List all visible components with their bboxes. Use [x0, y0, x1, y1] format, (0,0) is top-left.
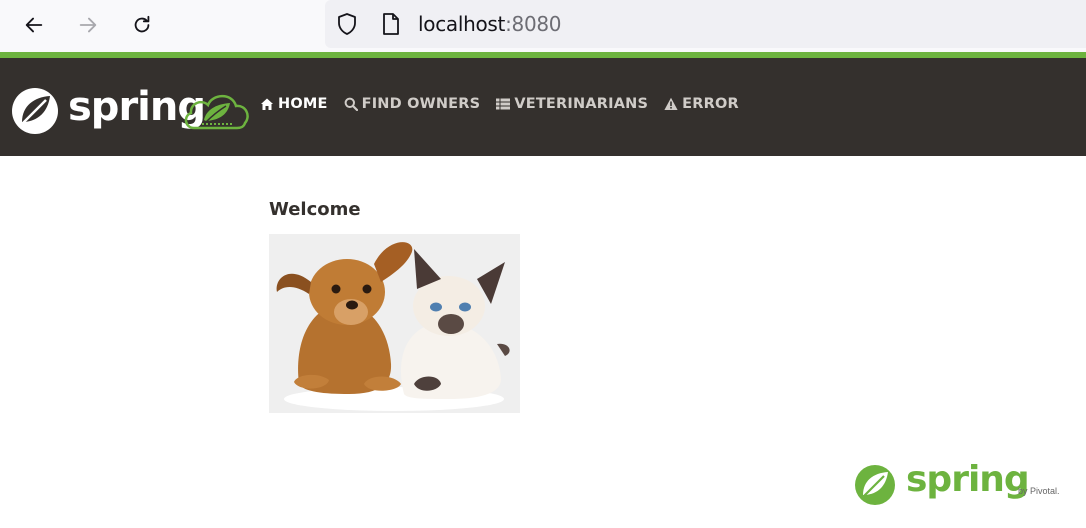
nav-item-error[interactable]: ERROR [664, 96, 739, 112]
url-host: localhost [418, 12, 506, 36]
home-icon [261, 98, 273, 110]
reload-icon [134, 15, 150, 33]
address-bar[interactable]: localhost:8080 [325, 0, 1086, 48]
forward-button[interactable] [73, 10, 103, 40]
page-icon[interactable] [380, 12, 402, 36]
browser-toolbar: localhost:8080 [0, 0, 1086, 52]
footer-brand-text: spring [906, 459, 1030, 500]
arrow-left-icon [25, 17, 43, 33]
back-button[interactable] [19, 10, 49, 40]
cloud-leaf-icon [184, 94, 249, 130]
brand-logo[interactable]: spring [10, 82, 250, 134]
nav-menu: HOME FIND OWNERS VETERINARIANS ERROR [260, 96, 739, 112]
nav-item-label: FIND OWNERS [361, 96, 481, 112]
nav-item-find-owners[interactable]: FIND OWNERS [344, 96, 481, 112]
pets-illustration [269, 234, 520, 413]
url-text[interactable]: localhost:8080 [418, 12, 562, 36]
pets-image [269, 234, 520, 413]
spring-leaf-icon [855, 465, 895, 505]
footer-logo: spring by Pivotal. [854, 459, 1064, 508]
warning-icon [664, 97, 678, 110]
reload-button[interactable] [127, 10, 157, 40]
nav-item-veterinarians[interactable]: VETERINARIANS [496, 96, 648, 112]
url-port: :8080 [505, 12, 562, 36]
nav-item-home[interactable]: HOME [260, 96, 328, 112]
spring-leaf-icon [12, 88, 58, 134]
nav-item-label: ERROR [682, 96, 739, 112]
shield-icon[interactable] [335, 12, 359, 36]
footer-by-text: by Pivotal. [1018, 486, 1060, 496]
nav-item-label: HOME [278, 96, 328, 112]
page-title: Welcome [269, 199, 361, 220]
arrow-right-icon [79, 17, 97, 33]
nav-item-label: VETERINARIANS [514, 96, 649, 112]
navbar: spring HOME FIND OWNERS VETERINARIANS ER… [0, 58, 1086, 156]
list-icon [496, 98, 511, 110]
search-icon [344, 97, 358, 111]
